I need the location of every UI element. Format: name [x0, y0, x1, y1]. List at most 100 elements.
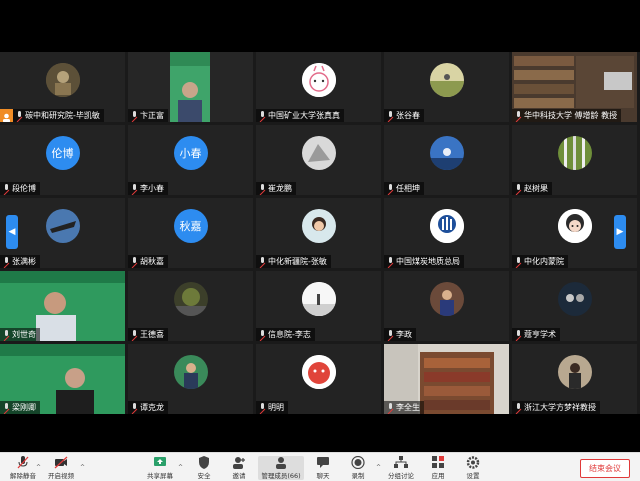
mic-muted-icon [259, 111, 266, 120]
participant-tile[interactable]: 赵树果 [512, 125, 637, 195]
nameplate: 中国矿业大学张真真 [256, 109, 344, 122]
participant-tile[interactable]: 秋嘉 胡秋嘉 [128, 198, 253, 268]
nameplate: 浙江大学方梦祥教授 [512, 401, 600, 414]
mic-muted-icon [259, 330, 266, 339]
participant-name: 任相坤 [396, 184, 420, 193]
mic-muted-icon [3, 330, 10, 339]
mic-muted-icon [515, 257, 522, 266]
participant-tile[interactable]: 浙江大学方梦祥教授 [512, 344, 637, 414]
mic-muted-icon [515, 403, 522, 412]
participant-tile[interactable]: 李政 [384, 271, 509, 341]
video-options-chevron-icon[interactable]: ^ [80, 464, 85, 471]
participant-tile[interactable]: 谭克龙 [128, 344, 253, 414]
avatar [45, 63, 80, 97]
mic-muted-icon [3, 403, 10, 412]
participant-tile[interactable]: 中化新疆院-张敏 [256, 198, 381, 268]
mic-muted-icon [3, 184, 10, 193]
settings-label: 设置 [466, 472, 480, 480]
invite-label: 邀请 [232, 472, 246, 480]
avatar [429, 136, 464, 170]
nameplate: 李政 [384, 328, 416, 341]
participant-tile[interactable]: 张谷春 [384, 52, 509, 122]
mic-muted-icon [16, 111, 23, 120]
participant-tile[interactable]: 张满彬 [0, 198, 125, 268]
participant-name: 李政 [396, 330, 412, 339]
avatar [173, 282, 208, 316]
previous-page-button[interactable]: ◀ [6, 215, 18, 249]
share-screen-label: 共享屏幕 [147, 472, 173, 480]
participant-tile[interactable]: 小春 李小春 [128, 125, 253, 195]
avatar [301, 355, 336, 389]
next-page-button[interactable]: ▶ [614, 215, 626, 249]
participant-tile[interactable]: 伦博 段伦博 [0, 125, 125, 195]
participant-tile[interactable]: 崔龙鹏 [256, 125, 381, 195]
participant-tile[interactable]: 碳中和研究院-毕凯敏 [0, 52, 125, 122]
mic-muted-icon [131, 111, 138, 120]
participant-name: 赵树果 [524, 184, 548, 193]
participant-name: 蔻亨学术 [524, 330, 556, 339]
invite-button[interactable]: 邀请 [216, 456, 262, 480]
participant-tile[interactable]: 明明 [256, 344, 381, 414]
end-meeting-button[interactable]: 结束会议 [580, 459, 630, 478]
avatar [301, 209, 336, 243]
participant-tile[interactable]: 梁刚卿 [0, 344, 125, 414]
avatar [173, 355, 208, 389]
mic-muted-icon [387, 403, 394, 412]
participant-name: 中国矿业大学张真真 [268, 111, 340, 120]
manage-participants-label: 管理成员(66) [261, 472, 301, 480]
avatar [301, 282, 336, 316]
participant-tile[interactable]: 信息院-李志 [256, 271, 381, 341]
nameplate: 段伦博 [0, 182, 40, 195]
participant-name: 张谷春 [396, 111, 420, 120]
start-video-button[interactable]: 开启视频 [38, 456, 84, 480]
avatar [429, 209, 464, 243]
nameplate: 中化新疆院-张敏 [256, 255, 331, 268]
record-label: 录制 [351, 472, 365, 480]
avatar [45, 209, 80, 243]
nameplate: 张谷春 [384, 109, 424, 122]
participant-tile[interactable]: 任相坤 [384, 125, 509, 195]
mic-muted-icon [131, 330, 138, 339]
participant-name: 中国煤炭地质总局 [396, 257, 460, 266]
participant-name: 中化内蒙院 [524, 257, 564, 266]
nameplate: 胡秋嘉 [128, 255, 168, 268]
nameplate: 张满彬 [0, 255, 40, 268]
participant-name: 段伦博 [12, 184, 36, 193]
nameplate: 信息院-李志 [256, 328, 315, 341]
host-icon [0, 109, 13, 122]
mic-muted-icon [515, 184, 522, 193]
participant-name: 胡秋嘉 [140, 257, 164, 266]
avatar [301, 136, 336, 170]
manage-participants-button[interactable]: 管理成员(66) [258, 456, 304, 480]
nameplate: 谭克龙 [128, 401, 168, 414]
participant-name: 张满彬 [12, 257, 36, 266]
participant-tile[interactable]: 蔻亨学术 [512, 271, 637, 341]
participant-name: 崔龙鹏 [268, 184, 292, 193]
avatar: 小春 [173, 136, 208, 170]
start-video-label: 开启视频 [48, 472, 74, 480]
participant-tile[interactable]: 中国矿业大学张真真 [256, 52, 381, 122]
breakout-rooms-icon [394, 456, 408, 468]
mic-muted-icon [515, 330, 522, 339]
camera-off-icon [54, 456, 68, 469]
participant-tile[interactable]: 华中科技大学 傅增龄 教授 [512, 52, 637, 122]
mic-muted-icon [259, 184, 266, 193]
participant-tile[interactable]: 王德喜 [128, 271, 253, 341]
nameplate: 碳中和研究院-毕凯敏 [13, 109, 104, 122]
mic-muted-icon [3, 257, 10, 266]
mic-muted-icon [259, 403, 266, 412]
shield-icon [199, 456, 209, 469]
participant-name: 卞正富 [140, 111, 164, 120]
participant-name: 王德喜 [140, 330, 164, 339]
participant-tile[interactable]: 中国煤炭地质总局 [384, 198, 509, 268]
settings-button[interactable]: 设置 [450, 456, 496, 480]
participant-tile[interactable]: 李全生 [384, 344, 509, 414]
participant-tile[interactable]: 卞正富 [128, 52, 253, 122]
participant-name: 明明 [268, 403, 284, 412]
nameplate: 梁刚卿 [0, 401, 40, 414]
share-screen-button[interactable]: 共享屏幕 [137, 456, 183, 480]
mic-muted-icon [131, 184, 138, 193]
record-button[interactable]: 录制 [335, 456, 381, 480]
apps-grid-icon [432, 456, 444, 468]
participant-tile[interactable]: 刘世奇 [0, 271, 125, 341]
